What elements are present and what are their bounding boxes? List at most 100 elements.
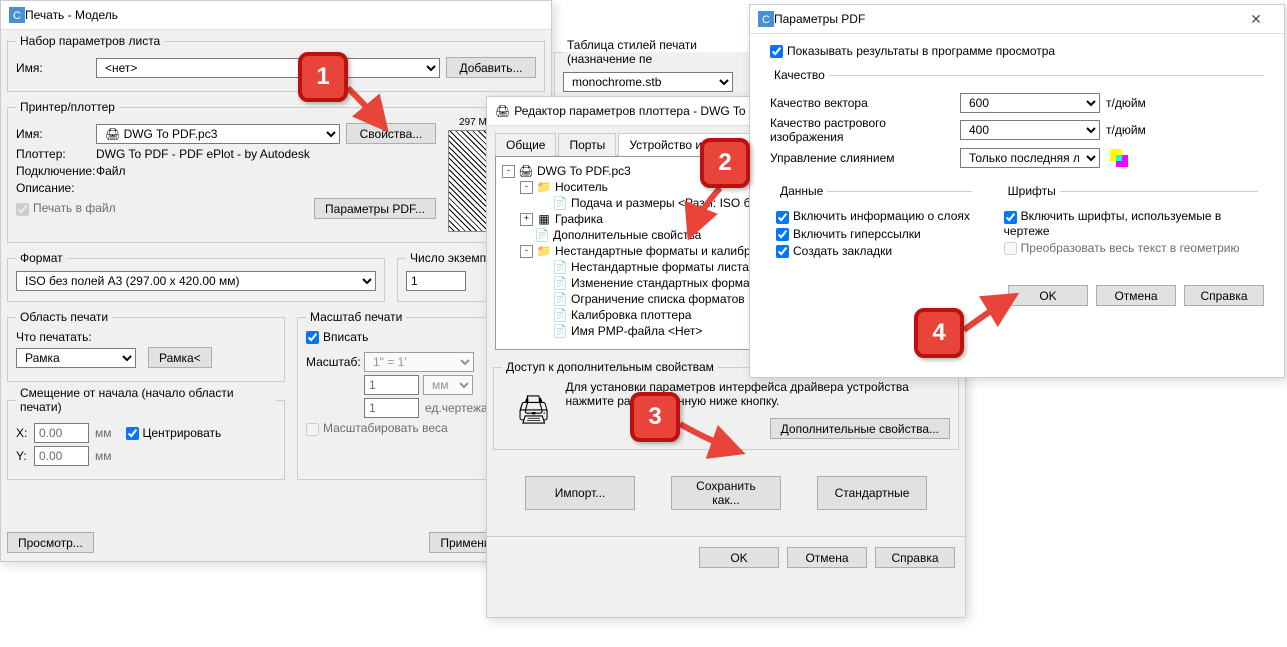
offset-y-input[interactable]	[34, 446, 89, 466]
plotter-icon: 🖨	[495, 104, 510, 118]
conn-label: Подключение:	[16, 164, 96, 178]
vector-quality-select[interactable]: 600	[960, 93, 1100, 113]
raster-quality-select[interactable]: 400	[960, 120, 1100, 140]
what-to-plot-label: Что печатать:	[16, 330, 276, 344]
style-table-select[interactable]: monochrome.stb	[563, 72, 733, 92]
callout-2: 2	[700, 138, 750, 188]
plot-area-group: Область печати Что печатать: Рамка Рамка…	[7, 310, 285, 382]
tab-ports[interactable]: Порты	[558, 133, 616, 156]
scale-unit2-label: ед.чертежа	[425, 401, 488, 415]
merge-label: Управление слиянием	[770, 151, 960, 165]
arrow-2	[680, 180, 740, 250]
pdf-help-button[interactable]: Справка	[1184, 285, 1264, 306]
pagesetup-name-select[interactable]: <нет>	[96, 58, 440, 78]
offset-legend: Смещение от начала (начало области печат…	[16, 386, 276, 414]
callout-4: 4	[914, 308, 964, 358]
arrow-3	[672, 412, 752, 462]
quality-group: Качество Качество вектора600 т/дюйм Качес…	[770, 68, 1264, 180]
page-setup-group: Набор параметров листа Имя: <нет> Добави…	[7, 34, 545, 92]
center-plot-check[interactable]: Центрировать	[126, 426, 222, 440]
custom-properties-button[interactable]: Дополнительные свойства...	[770, 418, 950, 439]
app-icon: C	[758, 11, 774, 27]
page-setup-legend: Набор параметров листа	[16, 34, 164, 48]
include-hyperlinks-check[interactable]: Включить гиперссылки	[776, 227, 921, 241]
window-select-button[interactable]: Рамка<	[148, 347, 212, 368]
pdf-titlebar: C Параметры PDF ✕	[750, 5, 1284, 34]
arrow-1	[340, 80, 400, 140]
merge-select[interactable]: Только последняя линия	[960, 148, 1100, 168]
plot-to-file-check: Печать в файл	[16, 201, 116, 215]
print-dialog: C Печать - Модель Набор параметров листа…	[0, 0, 552, 562]
create-bookmarks-check[interactable]: Создать закладки	[776, 244, 892, 258]
editor-help-button[interactable]: Справка	[875, 547, 955, 568]
add-pagesetup-button[interactable]: Добавить...	[446, 57, 536, 78]
scale-select: 1" = 1'	[364, 352, 474, 372]
printer-name-select[interactable]: 🖨 DWG To PDF.pc3	[96, 124, 340, 144]
editor-ok-button[interactable]: OK	[699, 547, 779, 568]
show-results-check[interactable]: Показывать результаты в программе просмо…	[770, 44, 1055, 58]
callout-1: 1	[298, 52, 348, 102]
style-table-legend: Таблица стилей печати (назначение пе	[563, 38, 763, 66]
desc-label: Описание:	[16, 181, 96, 195]
print-titlebar: C Печать - Модель	[1, 1, 551, 30]
plotter-value: DWG To PDF - PDF ePlot - by Autodesk	[96, 147, 310, 161]
offset-x-unit: мм	[95, 426, 112, 440]
copies-input[interactable]	[406, 271, 466, 291]
offset-group: Смещение от начала (начало области печат…	[7, 386, 285, 480]
svg-text:C: C	[13, 10, 21, 22]
raster-unit: т/дюйм	[1106, 123, 1146, 137]
app-icon: C	[9, 7, 25, 23]
merge-icon	[1108, 147, 1130, 169]
printer-group: Принтер/плоттер Имя: 🖨 DWG To PDF.pc3 Св…	[7, 100, 545, 243]
include-fonts-check[interactable]: Включить шрифты, используемые в чертеже	[1004, 209, 1258, 237]
offset-y-unit: мм	[95, 449, 112, 463]
access-legend: Доступ к дополнительным свойствам	[502, 360, 718, 374]
defaults-button[interactable]: Стандартные	[817, 476, 927, 510]
fit-to-paper-check[interactable]: Вписать	[306, 330, 368, 344]
callout-3: 3	[630, 392, 680, 442]
printer-legend: Принтер/плоттер	[16, 100, 119, 114]
convert-text-check: Преобразовать весь текст в геометрию	[1004, 241, 1240, 255]
offset-x-input[interactable]	[34, 423, 89, 443]
import-button[interactable]: Импорт...	[525, 476, 635, 510]
printer-name-label: Имя:	[16, 127, 96, 141]
vector-quality-label: Качество вектора	[770, 96, 960, 110]
paper-format-select[interactable]: ISO без полей A3 (297.00 x 420.00 мм)	[16, 271, 376, 291]
raster-quality-label: Качество растрового изображения	[770, 116, 960, 144]
scale-unit1-input	[364, 375, 419, 395]
quality-legend: Качество	[770, 68, 829, 82]
conn-value: Файл	[96, 164, 126, 178]
x-label: X:	[16, 426, 34, 440]
save-as-button[interactable]: Сохранить как...	[671, 476, 781, 510]
scale-lineweights-check: Масштабировать веса	[306, 421, 448, 435]
preview-button[interactable]: Просмотр...	[7, 532, 94, 553]
pdf-cancel-button[interactable]: Отмена	[1096, 285, 1176, 306]
tab-general[interactable]: Общие	[495, 133, 556, 156]
style-table-group: Таблица стилей печати (назначение пе mon…	[554, 38, 772, 103]
scale-legend: Масштаб печати	[306, 310, 406, 324]
data-group: Данные Включить информацию о слоях Включ…	[776, 184, 972, 269]
scale-label: Масштаб:	[306, 355, 364, 369]
format-group: Формат ISO без полей A3 (297.00 x 420.00…	[7, 251, 385, 302]
plot-area-select[interactable]: Рамка	[16, 348, 136, 368]
pdf-params-button[interactable]: Параметры PDF...	[314, 198, 436, 219]
editor-cancel-button[interactable]: Отмена	[787, 547, 867, 568]
pdf-title: Параметры PDF	[774, 12, 865, 26]
svg-text:C: C	[762, 14, 770, 26]
pagesetup-name-label: Имя:	[16, 61, 96, 75]
plot-area-legend: Область печати	[16, 310, 112, 324]
close-icon[interactable]: ✕	[1236, 11, 1276, 28]
include-layers-check[interactable]: Включить информацию о слоях	[776, 209, 970, 223]
format-legend: Формат	[16, 251, 67, 265]
editor-title: Редактор параметров плоттера - DWG To P	[514, 104, 757, 118]
access-text: Для установки параметров интерфейса драй…	[566, 380, 950, 408]
y-label: Y:	[16, 449, 34, 463]
scale-unit-select: мм	[423, 375, 473, 395]
fonts-group: Шрифты Включить шрифты, используемые в ч…	[1004, 184, 1258, 269]
scale-unit2-input	[364, 398, 419, 418]
data-legend: Данные	[776, 184, 827, 198]
printer-large-icon: 🖨	[516, 393, 552, 426]
plotter-label: Плоттер:	[16, 147, 96, 161]
vector-unit: т/дюйм	[1106, 96, 1146, 110]
arrow-4	[956, 290, 1026, 340]
